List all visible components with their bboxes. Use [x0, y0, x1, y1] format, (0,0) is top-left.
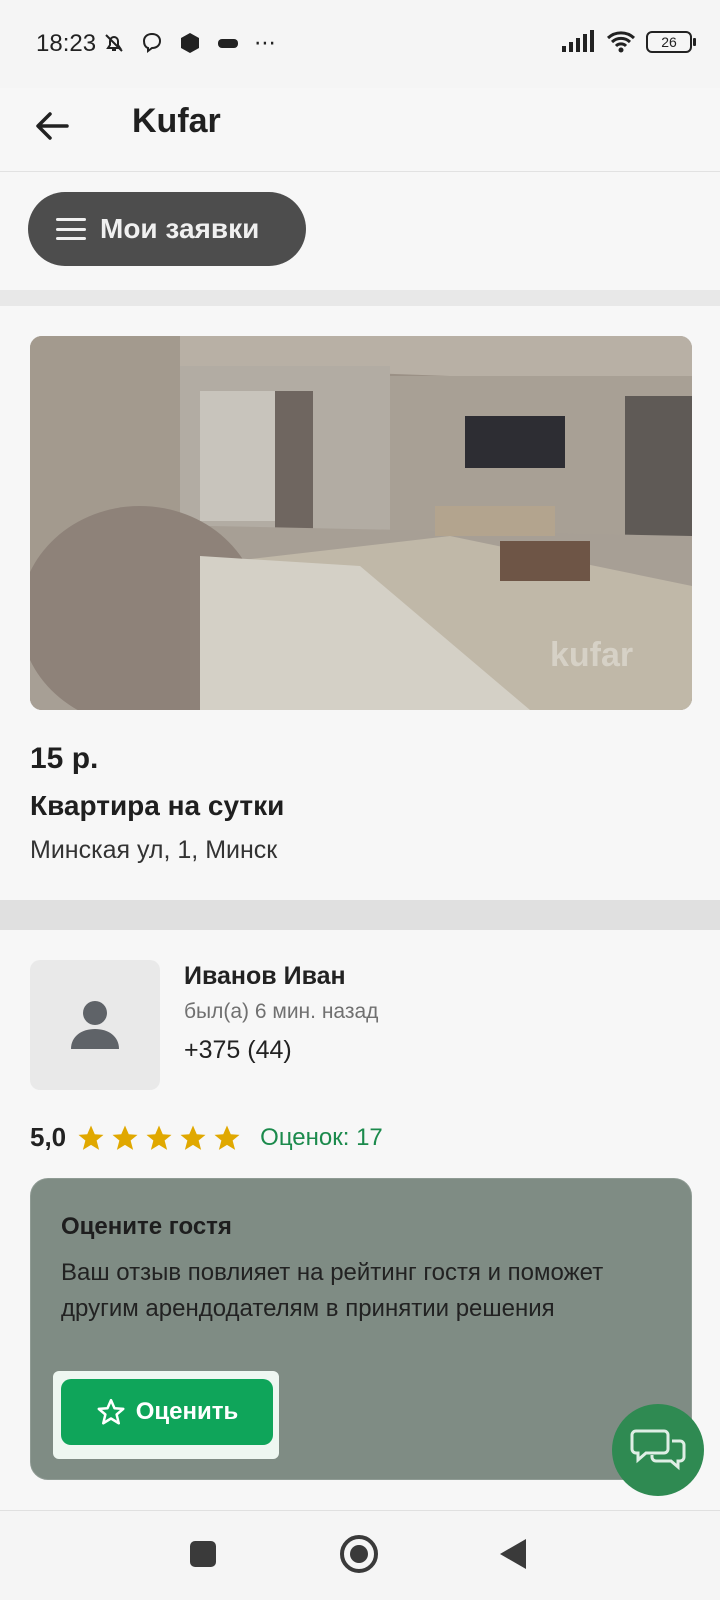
rate-card-title: Оцените гостя: [61, 1213, 232, 1240]
user-icon: [71, 1001, 119, 1049]
status-icons: ⋯: [102, 30, 276, 56]
menu-icon: [56, 218, 86, 240]
rate-button[interactable]: Оценить: [61, 1379, 273, 1445]
star-icon: [112, 1125, 138, 1150]
listing-photo[interactable]: kufar: [30, 336, 692, 710]
star-icon: [180, 1125, 206, 1150]
reviews-count-link[interactable]: Оценок: 17: [260, 1124, 383, 1152]
guest-phone[interactable]: +375 (44): [184, 1036, 292, 1065]
app-bar: Kufar: [0, 88, 720, 172]
divider: [0, 290, 720, 306]
listing-card[interactable]: kufar 15 р. Квартира на сутки Минская ул…: [0, 306, 720, 900]
star-icon: [214, 1125, 240, 1150]
requests-section: Мои заявки: [0, 172, 720, 290]
guest-name: Иванов Иван: [184, 962, 346, 990]
status-time: 18:23: [36, 30, 97, 57]
arrow-left-icon: [36, 112, 69, 140]
more-notifications-icon: ⋯: [254, 30, 276, 55]
star-icon: [146, 1125, 172, 1150]
rate-card-text: Ваш отзыв повлияет на рейтинг гостя и по…: [61, 1259, 604, 1322]
viber-icon: [142, 32, 162, 53]
kufar-watermark: kufar: [550, 636, 634, 674]
listing-title: Квартира на сутки: [30, 790, 285, 821]
guest-rating: 5,0 Оценок: 17: [30, 1122, 383, 1153]
gamepad-icon: [218, 39, 238, 48]
guest-last-seen: был(а) 6 мин. назад: [184, 1000, 379, 1023]
divider: [0, 900, 720, 930]
listing-address: Минская ул, 1, Минск: [30, 836, 278, 864]
status-bar: 18:23 ⋯ 26: [0, 0, 720, 88]
rating-stars: [76, 1123, 242, 1153]
app-hex-icon: [181, 33, 199, 53]
my-requests-label: Мои заявки: [100, 213, 260, 244]
signal-icon: [562, 30, 594, 52]
battery-icon: 26: [646, 31, 696, 53]
system-nav-bar: [0, 1510, 720, 1600]
rate-button-label: Оценить: [135, 1398, 239, 1425]
page-title: Kufar: [132, 102, 221, 140]
system-back-button[interactable]: [500, 1539, 526, 1569]
wifi-icon: [606, 31, 636, 53]
avatar[interactable]: [30, 960, 160, 1090]
chat-bubbles-icon: [630, 1429, 686, 1471]
chat-button[interactable]: [612, 1404, 704, 1496]
star-icon: [78, 1125, 104, 1150]
rating-score: 5,0: [30, 1122, 67, 1152]
mute-bell-icon: [105, 34, 123, 52]
home-button[interactable]: [340, 1535, 378, 1573]
home-dot-icon: [350, 1545, 368, 1563]
rate-guest-card: Оцените гостя Ваш отзыв повлияет на рейт…: [30, 1178, 692, 1480]
guest-section: Иванов Иван был(а) 6 мин. назад +375 (44…: [0, 930, 720, 1510]
back-button[interactable]: [30, 104, 74, 148]
my-requests-button[interactable]: Мои заявки: [28, 192, 306, 266]
listing-price: 15 р.: [30, 742, 99, 775]
status-right: 26: [562, 30, 696, 54]
star-outline-icon: [97, 1398, 125, 1425]
recents-button[interactable]: [190, 1541, 216, 1567]
